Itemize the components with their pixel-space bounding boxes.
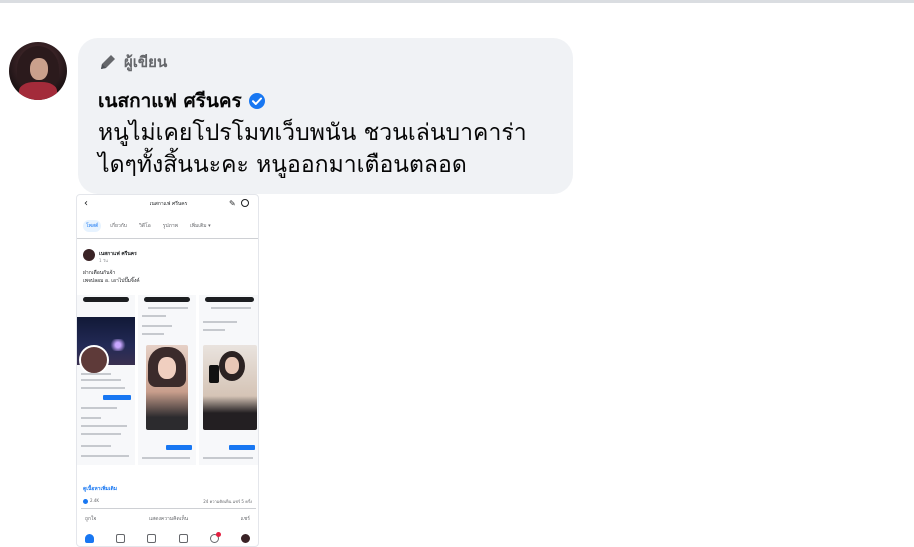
author-badge: ผู้เขียน [98, 50, 167, 74]
screenshot-tabs: โพสต์ เกี่ยวกับ วิดีโอ รูปภาพ เพิ่มเติม … [83, 220, 252, 232]
screenshot-divider [77, 238, 258, 239]
screenshot-tab: รูปภาพ [162, 223, 178, 229]
home-icon [85, 534, 94, 543]
comment-bubble: ผู้เขียน เนสกาแฟ ศรีนคร หนูไม่เคยโปรโมทเ… [78, 38, 573, 194]
screenshot-post-avatar [83, 249, 95, 261]
screenshot-stats: 24 ความคิดเห็น แชร์ 5 ครั้ง [203, 499, 252, 504]
screenshot-tab: เพิ่มเติม ▾ [189, 223, 211, 229]
screenshot-bottom-nav [85, 532, 250, 543]
screenshot-post-time: 1 วัน [99, 258, 108, 263]
screenshot-post-text: เพจปลอม อ. เอาไปปั๊มจิ๊งค์ [83, 278, 140, 284]
screenshot-tab: โพสต์ [83, 220, 102, 232]
see-more-link: ดูเนื้อหาเพิ่มเติม [83, 486, 118, 492]
notifications-icon [209, 532, 221, 543]
collage-panel [199, 295, 258, 465]
collage-panel [77, 295, 135, 465]
screenshot-reactions: 2.4K [83, 498, 99, 504]
attached-screenshot[interactable]: ‹ เนสกาแฟ ศรีนคร ✎ โพสต์ เกี่ยวกับ วิดีโ… [76, 194, 259, 547]
reaction-count: 2.4K [90, 498, 99, 503]
author-name[interactable]: เนสกาแฟ ศรีนคร [98, 86, 242, 116]
edit-icon: ✎ [229, 199, 236, 208]
profile-icon [240, 534, 250, 543]
screenshot-collage [77, 295, 258, 465]
screenshot-divider [81, 508, 256, 509]
comment-action: แสดงความคิดเห็น [148, 516, 189, 522]
screenshot-tab: วิดีโอ [138, 223, 151, 229]
like-reaction-icon [83, 498, 88, 504]
verified-badge-icon [248, 93, 265, 109]
friends-icon [116, 534, 126, 543]
share-action: แชร์ [240, 516, 250, 522]
comment-text: หนูไม่เคยโปรโมทเว็บพนัน ชวนเล่นบาคาร่า ไ… [98, 120, 527, 178]
author-row: เนสกาแฟ ศรีนคร [98, 86, 266, 116]
screenshot-actions: ถูกใจ แสดงความคิดเห็น แชร์ [85, 515, 250, 523]
screenshot-post-text: ฝากเตือนกันจ้า [83, 270, 116, 276]
top-divider [0, 0, 914, 3]
search-icon [241, 199, 249, 207]
commenter-avatar[interactable] [9, 42, 67, 100]
video-icon [147, 534, 157, 543]
collage-panel [138, 295, 196, 465]
author-badge-label: ผู้เขียน [124, 53, 168, 71]
like-action: ถูกใจ [85, 516, 97, 522]
screenshot-tab: เกี่ยวกับ [110, 223, 127, 229]
pencil-icon [101, 55, 115, 69]
marketplace-icon [178, 534, 188, 543]
